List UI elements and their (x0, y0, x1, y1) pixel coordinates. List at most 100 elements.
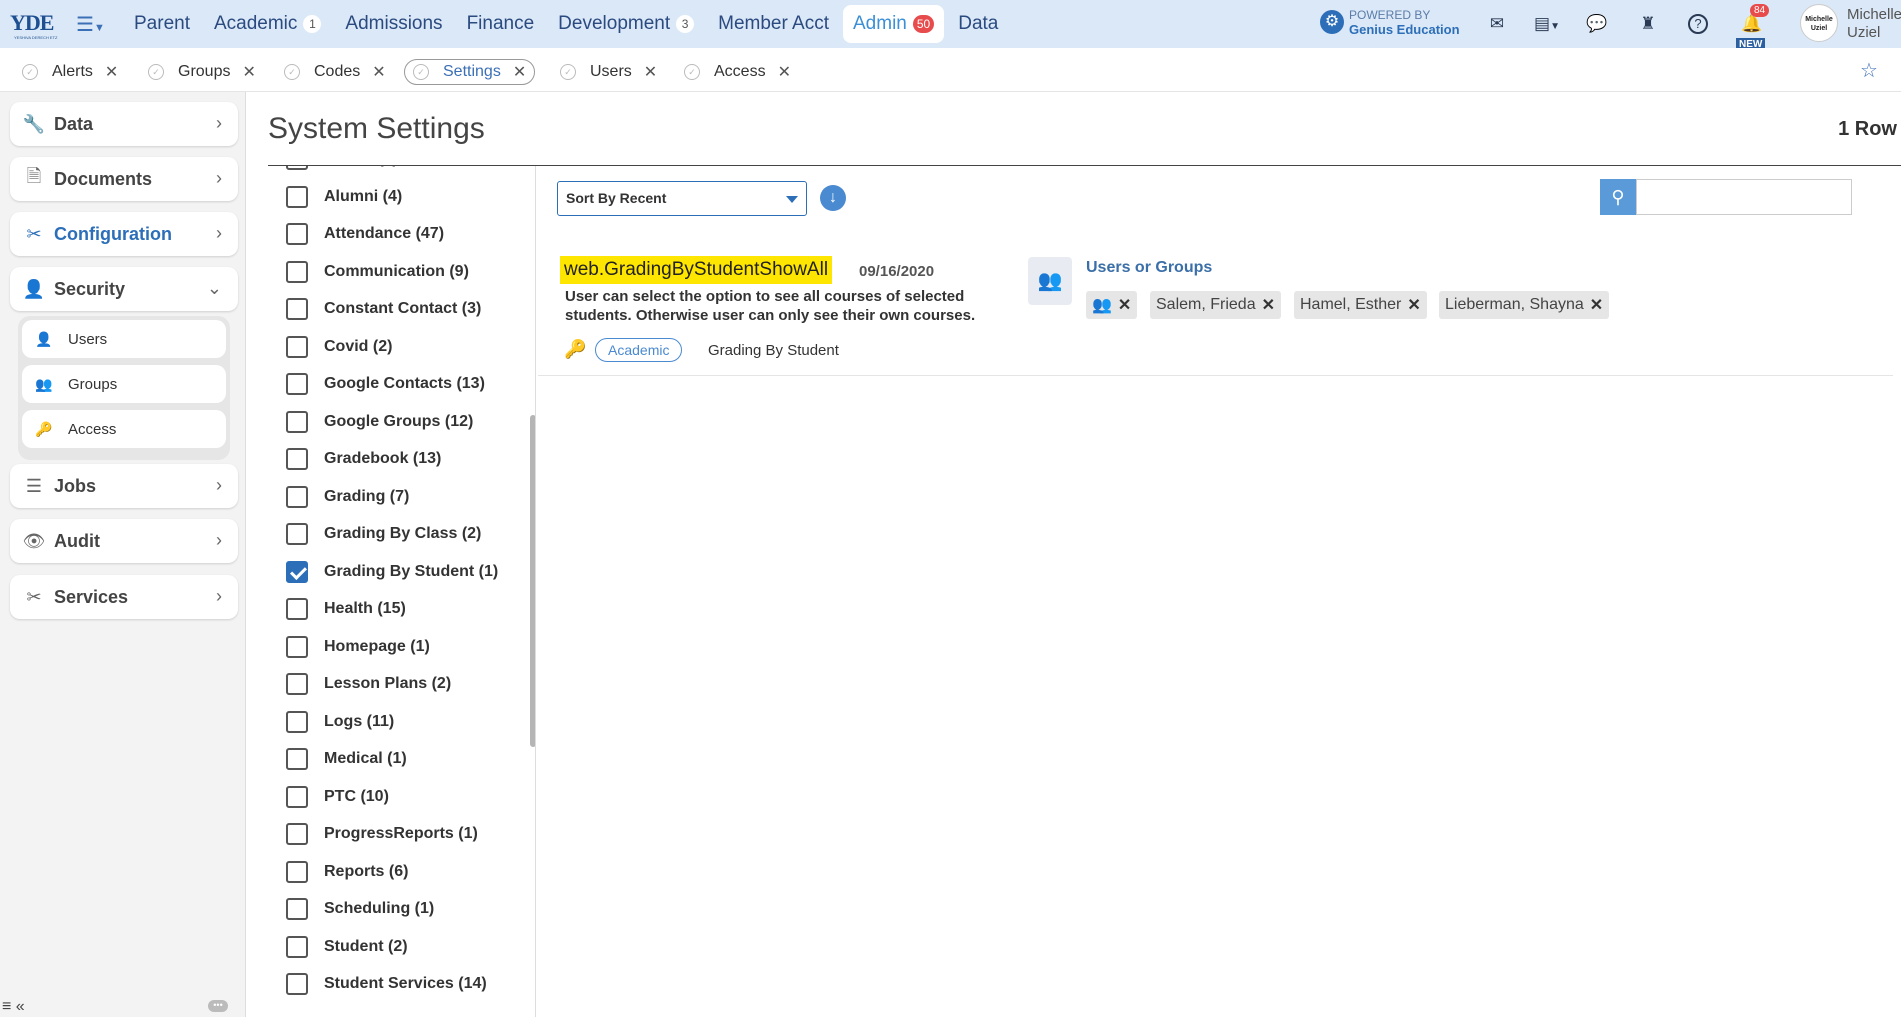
filter-item[interactable]: PTC (10) (286, 785, 389, 808)
filter-checkbox[interactable] (286, 635, 308, 658)
filter-item[interactable]: Attendance (47) (286, 223, 444, 245)
nav-admissions[interactable]: Admissions (335, 5, 452, 43)
filter-item[interactable]: Logs (11) (286, 710, 394, 733)
filter-item[interactable]: Homepage (1) (286, 635, 430, 658)
close-icon[interactable]: ✕ (778, 62, 791, 82)
filter-checkbox[interactable] (286, 710, 308, 733)
document-menu-icon[interactable]: ▤▼ (1530, 12, 1564, 36)
filter-item[interactable]: Lesson Plans (2) (286, 673, 451, 695)
close-icon[interactable]: ✕ (105, 62, 118, 82)
filter-checkbox[interactable] (286, 860, 308, 883)
sidebar-item-documents[interactable]: 🗎 Documents › (10, 157, 238, 201)
category-filter-list[interactable]: Admin (5) Alumni (4) Attendance (47) Commun… (268, 166, 536, 1017)
filter-item[interactable]: Gradebook (13) (286, 448, 441, 470)
filter-checkbox[interactable] (286, 523, 308, 545)
tab-access[interactable]: ✓ Access ✕ (676, 59, 799, 85)
filter-checkbox[interactable] (286, 935, 308, 958)
more-icon[interactable]: ••• (208, 1000, 228, 1012)
tab-groups[interactable]: ✓ Groups ✕ (140, 59, 264, 85)
filter-checkbox[interactable] (286, 298, 308, 320)
filter-checkbox[interactable] (286, 785, 308, 808)
remove-icon[interactable]: ✕ (1118, 295, 1131, 315)
search-input[interactable] (1636, 179, 1852, 215)
filter-checkbox[interactable] (286, 673, 308, 695)
powered-by-logo[interactable]: ⚙ POWERED BY Genius Education (1320, 6, 1460, 40)
users-groups-icon[interactable]: 👥 (1028, 257, 1072, 305)
search-icon[interactable]: ⚲ (1600, 179, 1636, 215)
filter-checkbox[interactable] (286, 973, 308, 995)
sort-direction-icon[interactable]: ↓ (820, 185, 846, 211)
filter-item[interactable]: Student Services (14) (286, 973, 487, 995)
mail-icon[interactable]: ✉ (1485, 12, 1509, 36)
filter-item[interactable]: Communication (9) (286, 260, 469, 283)
sidebar-item-security[interactable]: 👤 Security ⌄ (10, 267, 238, 311)
filter-item[interactable]: Medical (1) (286, 748, 407, 770)
filter-checkbox[interactable] (286, 373, 308, 395)
filter-checkbox[interactable] (286, 166, 308, 170)
close-icon[interactable]: ✕ (242, 62, 255, 82)
filter-checkbox[interactable] (286, 748, 308, 770)
filter-checkbox[interactable] (286, 448, 308, 470)
nav-parent[interactable]: Parent (124, 5, 200, 43)
sidebar-item-jobs[interactable]: ☰ Jobs › (10, 464, 238, 508)
nav-member-acct[interactable]: Member Acct (708, 5, 839, 43)
incognito-icon[interactable]: ♜ (1636, 12, 1660, 36)
filter-item[interactable]: Google Contacts (13) (286, 373, 485, 395)
help-icon[interactable]: ? (1688, 14, 1708, 34)
tab-users[interactable]: ✓ Users ✕ (552, 59, 665, 85)
sort-dropdown[interactable]: Sort By Recent (557, 181, 807, 216)
filter-checkbox[interactable] (286, 598, 308, 620)
chat-icon[interactable]: 💬 (1585, 12, 1609, 36)
tab-codes[interactable]: ✓ Codes ✕ (276, 59, 394, 85)
user-name[interactable]: Michelle Uziel (1847, 6, 1901, 42)
filter-item[interactable]: ProgressReports (1) (286, 823, 478, 845)
sidebar-item-data[interactable]: 🔧 Data › (10, 102, 238, 146)
nav-admin[interactable]: Admin 50 (843, 5, 945, 43)
nav-finance[interactable]: Finance (457, 5, 545, 43)
filter-item[interactable]: Student (2) (286, 935, 408, 958)
school-logo[interactable]: YDE YESHIVA DERECH ETZ (8, 8, 72, 42)
nav-data[interactable]: Data (948, 5, 1008, 43)
close-icon[interactable]: ✕ (372, 62, 385, 82)
sidebar-item-audit[interactable]: 👁 Audit › (10, 519, 238, 563)
close-icon[interactable]: ✕ (644, 62, 657, 82)
filter-item[interactable]: Reports (6) (286, 860, 408, 883)
sidebar-subitem-groups[interactable]: 👥 Groups (22, 365, 226, 403)
filter-checkbox[interactable] (286, 485, 308, 508)
nav-development[interactable]: Development 3 (548, 5, 704, 43)
filter-checkbox[interactable] (286, 260, 308, 283)
sidebar-item-services[interactable]: ✂ Services › (10, 575, 238, 619)
users-or-groups-label[interactable]: Users or Groups (1086, 259, 1212, 277)
sidebar-subitem-access[interactable]: 🔑 Access (22, 410, 226, 448)
close-icon[interactable]: ✕ (513, 62, 526, 82)
category-pill[interactable]: Academic (595, 338, 683, 362)
sidebar-subitem-users[interactable]: 👤 Users (22, 320, 226, 358)
filter-checkbox[interactable] (286, 898, 308, 920)
filter-item[interactable]: Alumni (4) (286, 185, 402, 208)
nav-academic[interactable]: Academic 1 (204, 5, 331, 43)
filter-item[interactable]: Admin (5) (286, 166, 398, 170)
filter-item[interactable]: Google Groups (12) (286, 410, 473, 433)
filter-item[interactable]: Covid (2) (286, 335, 392, 358)
filter-item[interactable]: Grading (7) (286, 485, 409, 508)
remove-icon[interactable]: ✕ (1407, 295, 1420, 315)
tab-alerts[interactable]: ✓ Alerts ✕ (14, 59, 126, 85)
filter-checkbox[interactable] (286, 560, 308, 583)
collapse-sidebar-icon[interactable]: ≡ « (2, 998, 25, 1016)
avatar[interactable]: Michelle Uziel (1800, 4, 1838, 42)
scrollbar[interactable] (530, 415, 535, 747)
hamburger-menu-icon[interactable]: ☰▼ (76, 12, 112, 36)
remove-icon[interactable]: ✕ (1590, 295, 1603, 315)
filter-checkbox[interactable] (286, 410, 308, 433)
filter-item[interactable]: Scheduling (1) (286, 898, 434, 920)
remove-icon[interactable]: ✕ (1262, 295, 1275, 315)
filter-checkbox[interactable] (286, 823, 308, 845)
filter-item[interactable]: Grading By Class (2) (286, 523, 481, 545)
tab-settings[interactable]: ✓ Settings ✕ (404, 59, 536, 85)
filter-item[interactable]: Constant Contact (3) (286, 298, 481, 320)
filter-item[interactable]: Health (15) (286, 598, 406, 620)
filter-checkbox[interactable] (286, 185, 308, 208)
filter-checkbox[interactable] (286, 335, 308, 358)
star-icon[interactable]: ☆ (1860, 58, 1878, 83)
setting-key[interactable]: web.GradingByStudentShowAll (560, 256, 833, 284)
